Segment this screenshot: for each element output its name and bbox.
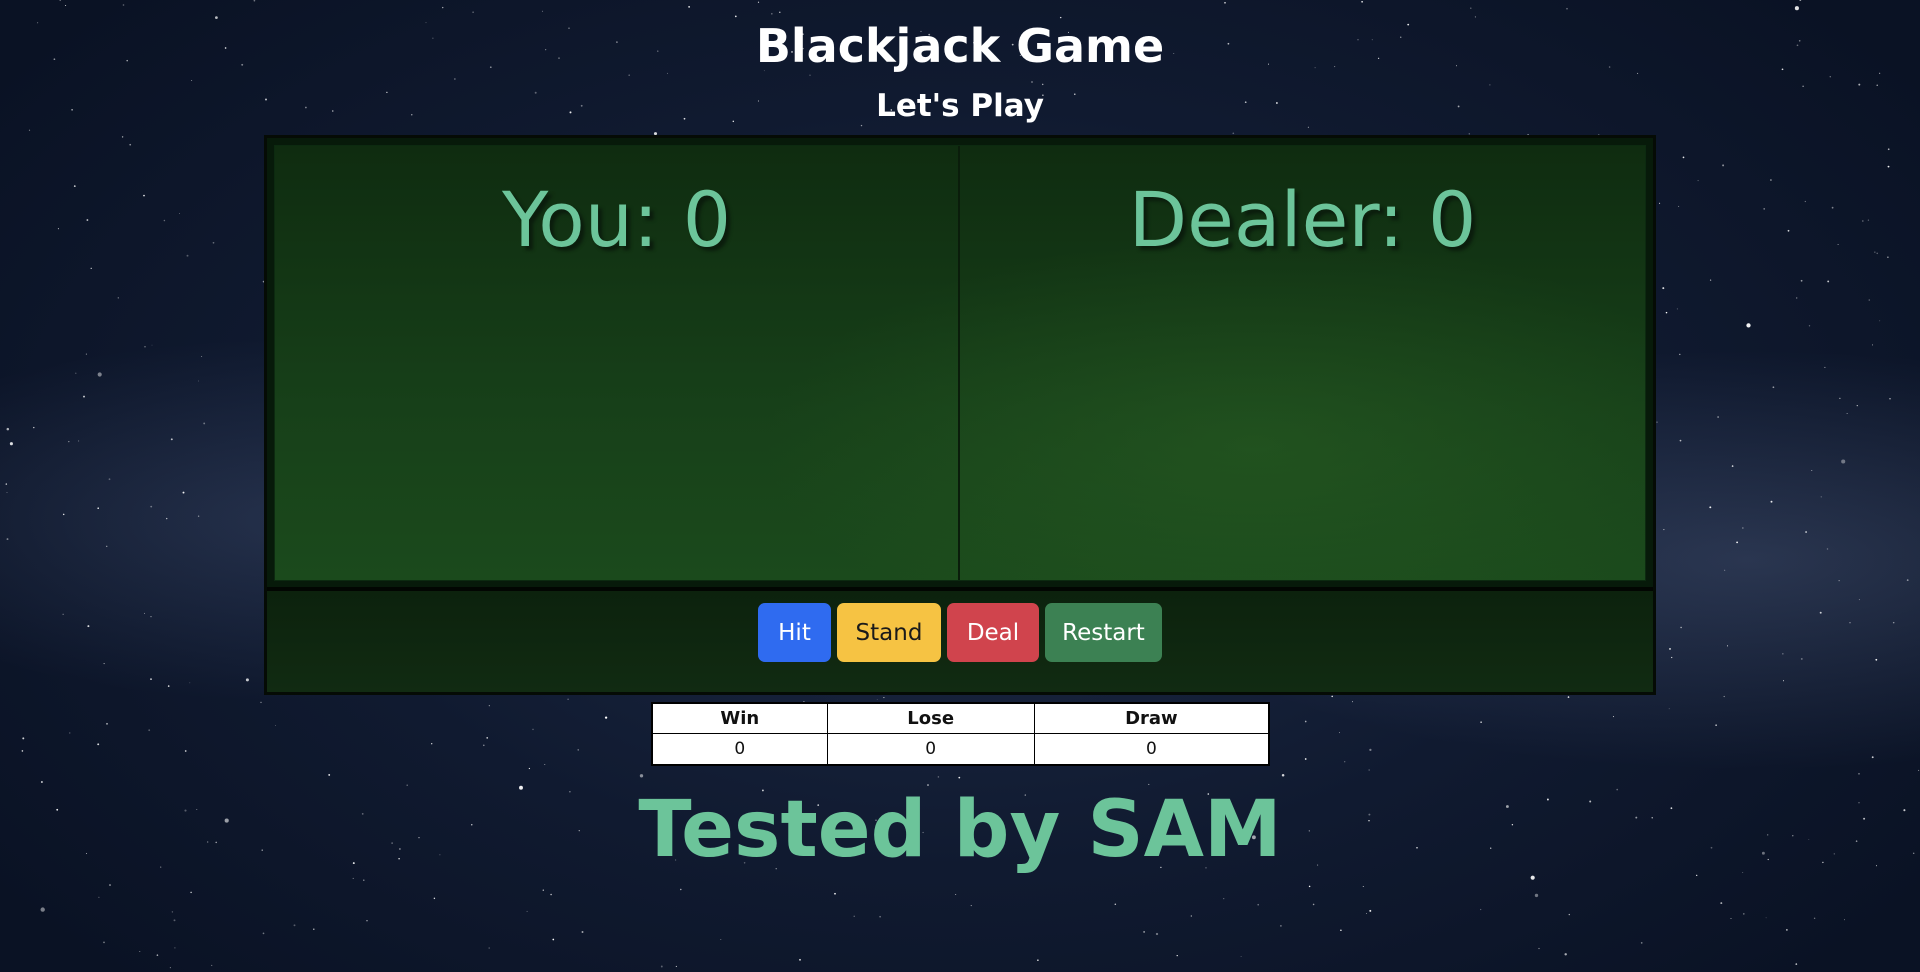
- game-table: You: 0 Dealer: 0 Hit Stand Deal Restart: [264, 135, 1656, 695]
- stand-button[interactable]: Stand: [837, 603, 941, 662]
- controls-bar: Hit Stand Deal Restart: [267, 587, 1653, 692]
- hit-button[interactable]: Hit: [758, 603, 831, 662]
- restart-button[interactable]: Restart: [1045, 603, 1162, 662]
- lose-header: Lose: [826, 702, 1035, 734]
- draw-header: Draw: [1033, 702, 1270, 734]
- button-group: Hit Stand Deal Restart: [267, 603, 1653, 662]
- win-count: 0: [651, 733, 828, 766]
- page-title: Blackjack Game: [755, 19, 1165, 73]
- win-header: Win: [651, 702, 828, 734]
- lose-count: 0: [826, 733, 1035, 766]
- player-box: You: 0: [275, 146, 960, 580]
- page-subtitle: Let's Play: [876, 88, 1044, 124]
- results-table: Win Lose Draw 0 0 0: [651, 702, 1270, 766]
- footer-credit: Tested by SAM: [638, 785, 1282, 875]
- results-value-row: 0 0 0: [651, 733, 1270, 766]
- play-area: You: 0 Dealer: 0: [274, 145, 1646, 581]
- dealer-score: Dealer: 0: [1128, 175, 1477, 264]
- draw-count: 0: [1033, 733, 1270, 766]
- results-header-row: Win Lose Draw: [651, 702, 1270, 734]
- player-score: You: 0: [501, 175, 732, 264]
- deal-button[interactable]: Deal: [947, 603, 1039, 662]
- dealer-box: Dealer: 0: [960, 146, 1645, 580]
